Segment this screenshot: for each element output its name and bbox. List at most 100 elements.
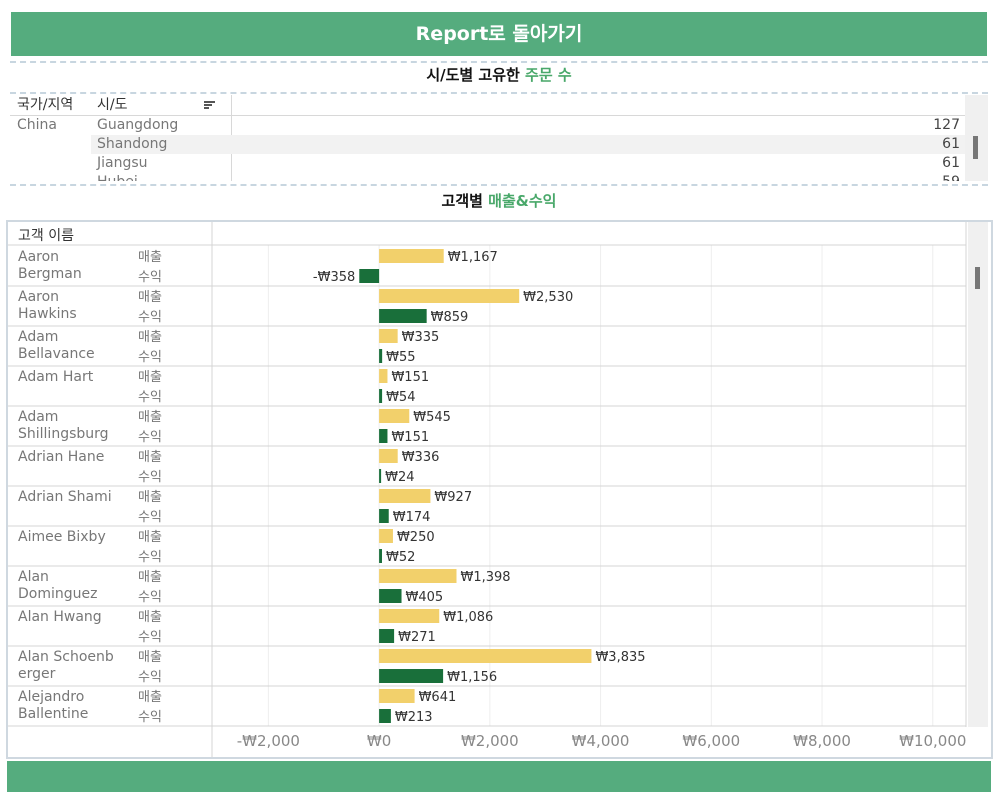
section-title-main: 고객별 <box>441 192 489 210</box>
profit-bar[interactable] <box>379 349 383 363</box>
customer-name: Shillingsburg <box>18 426 109 442</box>
measure-label-sales: 매출 <box>138 450 162 465</box>
profit-bar[interactable] <box>379 589 402 603</box>
x-tick-label: ₩0 <box>367 732 391 750</box>
sales-bar[interactable] <box>379 489 431 503</box>
column-header-province[interactable]: 시/도 <box>97 95 127 116</box>
sales-bar[interactable] <box>379 329 398 343</box>
profit-value-label: ₩24 <box>385 470 414 485</box>
measure-label-sales: 매출 <box>138 530 162 545</box>
sales-bar[interactable] <box>379 529 393 543</box>
divider <box>10 61 988 63</box>
province-cell: Jiangsu <box>97 155 148 171</box>
scrollbar-thumb[interactable] <box>975 267 980 289</box>
footer-bar <box>7 761 991 792</box>
back-to-report-button[interactable]: Report로 돌아가기 <box>11 12 987 56</box>
measure-label-profit: 수익 <box>138 430 162 445</box>
customer-name: Bergman <box>18 266 82 282</box>
measure-label-profit: 수익 <box>138 590 162 605</box>
sales-value-label: ₩1,086 <box>443 610 493 625</box>
measure-label-sales: 매출 <box>138 690 162 705</box>
profit-value-label: ₩859 <box>431 310 469 325</box>
profit-bar[interactable] <box>359 269 380 283</box>
profit-value-label: ₩213 <box>395 710 433 725</box>
measure-label-sales: 매출 <box>138 330 162 345</box>
sales-bar[interactable] <box>379 569 457 583</box>
table-scrollbar[interactable] <box>965 95 988 181</box>
sales-value-label: ₩336 <box>402 450 440 465</box>
customer-sales-profit-panel: 고객 이름 Aaron Bergman 매출 수익 ₩1,167 -₩358 Aaron Haw… <box>6 220 993 759</box>
province-cell: Shandong <box>97 136 168 152</box>
customer-name: Alan <box>18 569 49 585</box>
profit-bar[interactable] <box>379 309 427 323</box>
order-count-cell: 127 <box>933 117 960 133</box>
profit-bar[interactable] <box>379 509 389 523</box>
sales-profit-chart: 고객 이름AaronBergman매출수익₩1,167-₩358AaronHaw… <box>8 222 988 757</box>
column-header-country[interactable]: 국가/지역 <box>17 95 73 116</box>
profit-bar[interactable] <box>379 429 388 443</box>
measure-label-profit: 수익 <box>138 470 162 485</box>
section-title-accent: 매출&수익 <box>488 192 557 210</box>
measure-label-sales: 매출 <box>138 490 162 505</box>
sales-bar[interactable] <box>379 409 410 423</box>
order-count-cell: 59 <box>942 173 960 181</box>
customer-name: Dominguez <box>18 586 97 602</box>
measure-label-profit: 수익 <box>138 550 162 565</box>
profit-value-label: ₩54 <box>386 390 415 405</box>
orders-by-province-table: 국가/지역 시/도 China Guangdong 127 Shandong 6… <box>10 95 988 181</box>
sales-bar[interactable] <box>379 369 388 383</box>
order-count-cell: 61 <box>942 136 960 152</box>
customer-name: Bellavance <box>18 346 95 362</box>
customer-name: Adrian Shami <box>18 489 112 505</box>
sort-icon[interactable] <box>204 101 215 110</box>
profit-value-label: ₩151 <box>391 430 429 445</box>
sales-bar[interactable] <box>379 249 444 263</box>
chart-scrollbar[interactable] <box>968 222 988 727</box>
sales-value-label: ₩3,835 <box>595 650 645 665</box>
x-tick-label: ₩4,000 <box>572 732 630 750</box>
sales-bar[interactable] <box>379 689 415 703</box>
profit-bar[interactable] <box>379 469 382 483</box>
x-tick-label: -₩2,000 <box>237 732 300 750</box>
measure-label-profit: 수익 <box>138 310 162 325</box>
sales-value-label: ₩545 <box>413 410 451 425</box>
province-cell: Hubei <box>97 173 138 181</box>
measure-label-sales: 매출 <box>138 610 162 625</box>
measure-label-sales: 매출 <box>138 410 162 425</box>
customer-name: Ballentine <box>18 706 88 722</box>
section-title-accent: 주문 수 <box>525 66 572 84</box>
sales-bar[interactable] <box>379 449 398 463</box>
section-title-sales-profit: 고객별 매출&수익 <box>10 190 988 211</box>
x-tick-label: ₩2,000 <box>461 732 519 750</box>
profit-bar[interactable] <box>379 629 395 643</box>
profit-bar[interactable] <box>379 669 444 683</box>
profit-value-label: ₩1,156 <box>447 670 497 685</box>
measure-label-profit: 수익 <box>138 670 162 685</box>
sales-bar[interactable] <box>379 289 520 303</box>
customer-name: erger <box>18 666 56 682</box>
profit-bar[interactable] <box>379 549 382 563</box>
sales-bar[interactable] <box>379 649 592 663</box>
measure-label-profit: 수익 <box>138 510 162 525</box>
profit-bar[interactable] <box>379 709 391 723</box>
customer-name: Adam <box>18 329 58 345</box>
sales-bar[interactable] <box>379 609 440 623</box>
divider <box>10 92 988 94</box>
measure-label-sales: 매출 <box>138 290 162 305</box>
measure-label-sales: 매출 <box>138 370 162 385</box>
profit-value-label: ₩52 <box>386 550 415 565</box>
customer-name: Adam Hart <box>18 369 94 385</box>
province-cell: Guangdong <box>97 117 179 133</box>
sales-value-label: ₩2,530 <box>523 290 573 305</box>
sales-value-label: ₩151 <box>391 370 429 385</box>
measure-label-profit: 수익 <box>138 630 162 645</box>
scrollbar-thumb[interactable] <box>973 136 978 159</box>
measure-label-sales: 매출 <box>138 570 162 585</box>
measure-label-profit: 수익 <box>138 350 162 365</box>
column-header-customer[interactable]: 고객 이름 <box>18 228 74 244</box>
measure-label-sales: 매출 <box>138 650 162 665</box>
x-tick-label: ₩8,000 <box>793 732 851 750</box>
section-title-orders: 시/도별 고유한 주문 수 <box>10 64 988 85</box>
measure-label-profit: 수익 <box>138 390 162 405</box>
profit-bar[interactable] <box>379 389 383 403</box>
